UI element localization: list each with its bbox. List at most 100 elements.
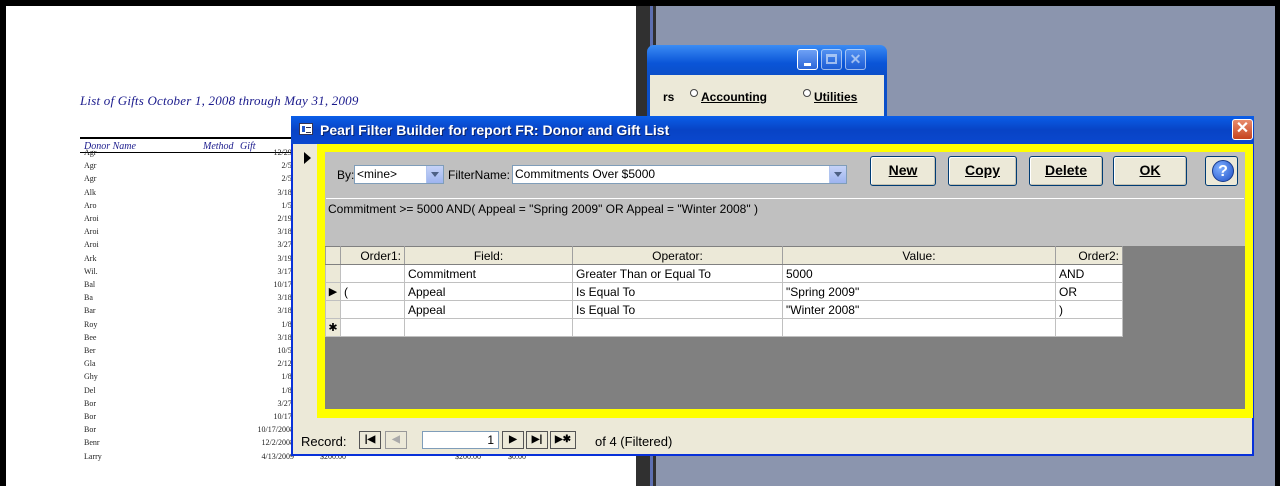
chevron-down-icon[interactable] (426, 166, 443, 183)
report-cell-date: 10/5/ (277, 346, 294, 355)
column-header-order2[interactable]: Order2: (1055, 246, 1123, 265)
report-cell-name: Roy (84, 319, 98, 329)
report-cell-name: Aroi (84, 214, 99, 223)
operator-cell[interactable] (572, 318, 783, 337)
close-button[interactable]: ✕ (1232, 119, 1253, 140)
report-cell-date: 3/18/ (277, 293, 294, 303)
filtername-combobox[interactable]: Commitments Over $5000 (512, 165, 847, 184)
report-cell-date: 3/27/ (277, 398, 294, 408)
report-cell-date: 3/18/ (277, 332, 294, 342)
filter-expression-box[interactable]: Commitment >= 5000 AND( Appeal = "Spring… (326, 198, 1244, 246)
ok-button[interactable]: OK (1113, 156, 1187, 186)
new-record-button[interactable]: ▶✱ (550, 431, 576, 449)
value-cell[interactable] (782, 318, 1056, 337)
field-cell[interactable]: Commitment (404, 264, 573, 283)
report-cell-name: Alk (84, 187, 96, 197)
order1-cell[interactable] (340, 300, 405, 319)
column-header-field[interactable]: Field: (404, 246, 573, 265)
report-cell-name: Larry (84, 451, 102, 461)
radio-label-truncated: rs (663, 90, 675, 104)
by-combobox[interactable]: <mine> (354, 165, 444, 184)
record-count: of 4 (Filtered) (595, 434, 673, 449)
form-icon (299, 123, 313, 135)
new-button-label: New (888, 162, 918, 178)
record-navigation-bar: Record: |◀ ◀ 1 ▶ ▶| ▶✱ of 4 (Filtered) (295, 428, 1252, 454)
first-record-button[interactable]: |◀ (359, 431, 381, 449)
row-selector[interactable]: ▶ (325, 282, 341, 301)
report-cell-date: 3/18/ (277, 306, 294, 316)
operator-cell[interactable]: Greater Than or Equal To (572, 264, 783, 283)
by-value: <mine> (357, 167, 398, 181)
report-cell-name: Agr (84, 148, 97, 157)
ok-button-label: OK (1139, 162, 1161, 178)
field-cell[interactable] (404, 318, 573, 337)
order2-cell[interactable]: OR (1055, 282, 1123, 301)
radio-utilities[interactable]: Utilities (803, 89, 857, 104)
report-cell-name: Agr (84, 174, 97, 184)
value-cell[interactable]: "Spring 2009" (782, 282, 1056, 301)
delete-button[interactable]: Delete (1029, 156, 1103, 186)
radio-circle-icon[interactable] (690, 89, 698, 97)
radio-accounting[interactable]: Accounting (690, 89, 767, 104)
minimize-icon[interactable] (797, 49, 818, 70)
order1-cell[interactable] (340, 264, 405, 283)
column-header-order1[interactable]: Order1: (340, 246, 405, 265)
background-window-titlebar[interactable]: ✕ (647, 45, 887, 75)
new-record-icon[interactable]: ✱ (325, 318, 341, 337)
row-selector[interactable] (325, 264, 341, 283)
report-cell-name: Bor (84, 398, 96, 408)
report-cell-date: 2/5/ (281, 161, 294, 171)
report-cell-name: Ba (84, 293, 93, 303)
by-label: By: (337, 168, 355, 182)
chevron-down-icon[interactable] (829, 166, 846, 183)
report-header-rule (80, 137, 310, 139)
column-header-operator[interactable]: Operator: (572, 246, 783, 265)
form-detail-area: By: <mine> FilterName: Commitments Over … (317, 144, 1253, 418)
report-cell-name: Bee (84, 332, 97, 342)
value-cell[interactable]: "Winter 2008" (782, 300, 1056, 319)
table-row[interactable]: ▶ ( Appeal Is Equal To "Spring 2009" OR (325, 282, 1123, 301)
report-cell-date: 12/2/2008 (261, 438, 294, 448)
record-selector[interactable] (295, 144, 317, 434)
value-cell[interactable]: 5000 (782, 264, 1056, 283)
field-cell[interactable]: Appeal (404, 282, 573, 301)
maximize-icon (821, 49, 842, 70)
copy-button[interactable]: Copy (948, 156, 1017, 186)
order2-cell[interactable]: ) (1055, 300, 1123, 319)
report-cell-date: 3/18/ (277, 227, 294, 237)
report-cell-date: 1/8/ (281, 319, 294, 329)
field-cell[interactable]: Appeal (404, 300, 573, 319)
report-cell-name: Wil. (84, 266, 98, 276)
new-record-row[interactable]: ✱ (325, 318, 1123, 337)
report-cell-name: Benr (84, 438, 100, 448)
criteria-rows: Commitment Greater Than or Equal To 5000… (325, 264, 1123, 337)
row-selector[interactable] (325, 300, 341, 319)
report-cell-date: 2/12/ (277, 359, 294, 369)
operator-cell[interactable]: Is Equal To (572, 282, 783, 301)
report-cell-date: 12/29/ (273, 148, 294, 157)
report-cell-date: 2/19/ (277, 214, 294, 223)
report-cell-date: 1/8/ (281, 372, 294, 382)
screen-border-right (1275, 0, 1280, 486)
next-record-button[interactable]: ▶ (502, 431, 524, 449)
order1-cell[interactable]: ( (340, 282, 405, 301)
help-button[interactable]: ? (1205, 156, 1238, 186)
current-record-input[interactable]: 1 (422, 431, 499, 449)
form-detail-inner: By: <mine> FilterName: Commitments Over … (325, 152, 1245, 409)
first-record-icon: |◀ (364, 434, 376, 445)
last-record-icon: ▶| (531, 434, 543, 445)
help-icon: ? (1212, 160, 1234, 182)
column-header-value[interactable]: Value: (782, 246, 1056, 265)
operator-cell[interactable]: Is Equal To (572, 300, 783, 319)
radio-circle-icon[interactable] (803, 89, 811, 97)
order2-cell[interactable] (1055, 318, 1123, 337)
table-row[interactable]: Appeal Is Equal To "Winter 2008" ) (325, 300, 1123, 319)
table-row[interactable]: Commitment Greater Than or Equal To 5000… (325, 264, 1123, 283)
current-record-icon (304, 152, 311, 164)
last-record-button[interactable]: ▶| (526, 431, 548, 449)
order1-cell[interactable] (340, 318, 405, 337)
dialog-titlebar[interactable]: Pearl Filter Builder for report FR: Dono… (291, 116, 1254, 144)
order2-cell[interactable]: AND (1055, 264, 1123, 283)
new-button[interactable]: New (870, 156, 936, 186)
report-cell-name: Ber (84, 346, 96, 355)
